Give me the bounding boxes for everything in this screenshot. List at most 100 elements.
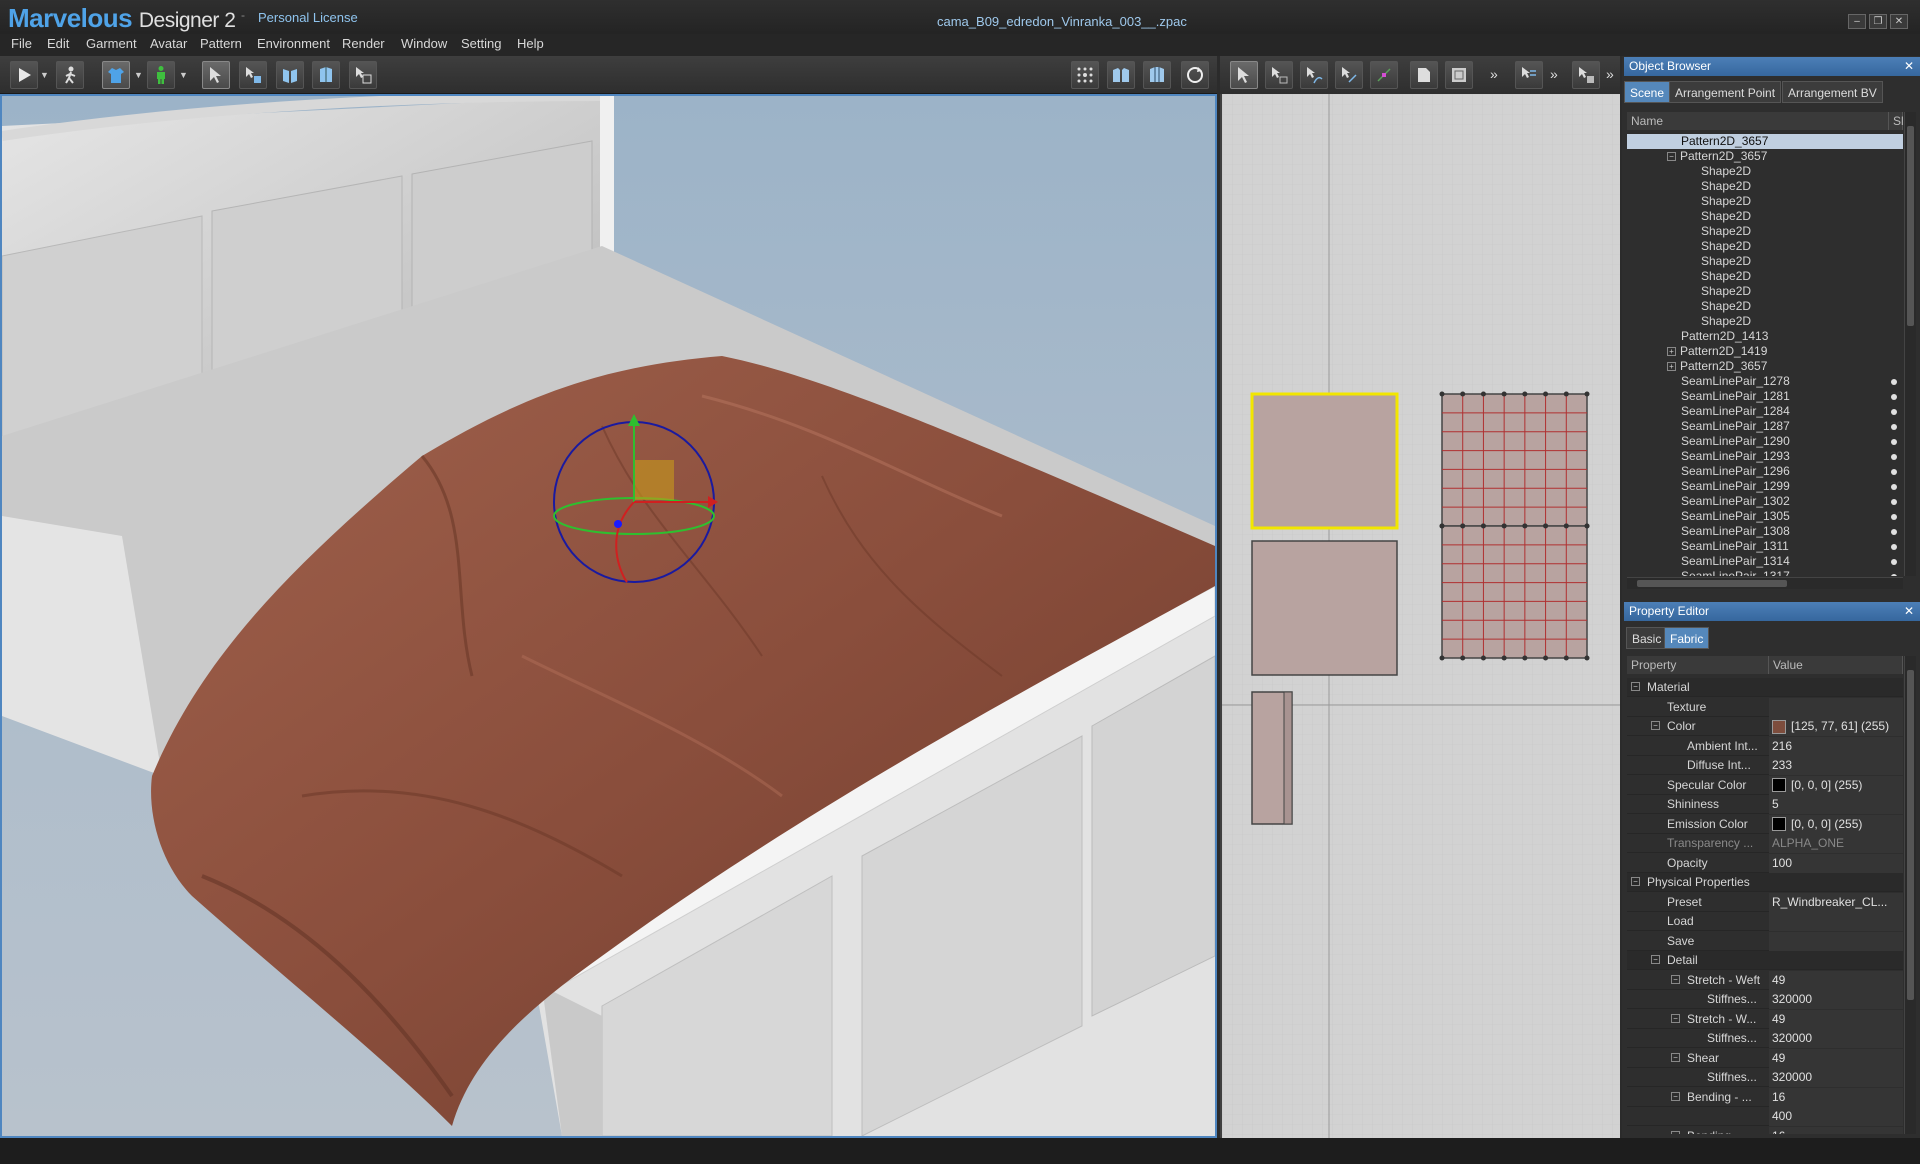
- property-value[interactable]: 49: [1769, 1048, 1903, 1068]
- tree-item[interactable]: SeamLinePair_1296: [1627, 464, 1903, 479]
- create-rectangle-icon[interactable]: [1410, 61, 1438, 89]
- visibility-dot-icon[interactable]: [1891, 454, 1897, 460]
- tree-item[interactable]: SeamLinePair_1299: [1627, 479, 1903, 494]
- tab-arrangement-point[interactable]: Arrangement Point: [1669, 81, 1782, 103]
- property-value[interactable]: 233: [1769, 756, 1903, 775]
- property-row[interactable]: Diffuse Int... 233: [1627, 756, 1903, 775]
- property-row[interactable]: Emission Color [0, 0, 0] (255): [1627, 814, 1903, 834]
- select-move-icon[interactable]: [202, 61, 230, 89]
- tree-item[interactable]: SeamLinePair_1314: [1627, 554, 1903, 569]
- tree-item[interactable]: SeamLinePair_1305: [1627, 509, 1903, 524]
- tree-item[interactable]: SeamLinePair_1281: [1627, 389, 1903, 404]
- property-row[interactable]: 400: [1627, 1107, 1903, 1126]
- tree-item[interactable]: SeamLinePair_1284: [1627, 404, 1903, 419]
- property-value[interactable]: 320000: [1769, 1068, 1903, 1087]
- simulate-button[interactable]: [10, 61, 38, 89]
- property-value[interactable]: ALPHA_ONE: [1769, 834, 1903, 853]
- tab-scene[interactable]: Scene: [1624, 81, 1671, 103]
- property-row[interactable]: Stiffnes... 320000: [1627, 1029, 1903, 1048]
- property-row[interactable]: − Material: [1627, 678, 1903, 697]
- edit-pattern-icon[interactable]: [1230, 61, 1258, 89]
- edit-curve-icon[interactable]: [1300, 61, 1328, 89]
- property-row[interactable]: Specular Color [0, 0, 0] (255): [1627, 775, 1903, 795]
- collapse-icon[interactable]: −: [1671, 1130, 1680, 1134]
- tree-item[interactable]: Shape2D: [1627, 314, 1903, 329]
- column-property[interactable]: Property: [1627, 656, 1769, 674]
- point-cloud-icon[interactable]: [1071, 61, 1099, 89]
- menu-garment[interactable]: Garment: [86, 36, 137, 51]
- tree-item[interactable]: − Pattern2D_3657: [1627, 149, 1903, 164]
- object-tree-hscrollbar[interactable]: [1627, 577, 1903, 589]
- garment-dropdown-icon[interactable]: ▼: [134, 70, 143, 80]
- edit-point-icon[interactable]: [1335, 61, 1363, 89]
- property-row[interactable]: Preset R_Windbreaker_CL...: [1627, 892, 1903, 912]
- property-value[interactable]: 100: [1769, 853, 1903, 873]
- minimize-button[interactable]: ‒: [1848, 14, 1866, 29]
- select-mesh-icon[interactable]: [239, 61, 267, 89]
- expand-icon[interactable]: +: [1667, 347, 1676, 357]
- menu-edit[interactable]: Edit: [47, 36, 69, 51]
- create-internal-rectangle-icon[interactable]: [1445, 61, 1473, 89]
- pattern-piece-strip[interactable]: [1251, 691, 1293, 825]
- tree-item[interactable]: Shape2D: [1627, 299, 1903, 314]
- property-row[interactable]: Transparency ... ALPHA_ONE: [1627, 834, 1903, 853]
- visibility-dot-icon[interactable]: [1891, 574, 1897, 576]
- simulate-dropdown-icon[interactable]: ▼: [40, 70, 49, 80]
- property-value[interactable]: [1769, 912, 1903, 931]
- close-icon[interactable]: ✕: [1904, 602, 1914, 621]
- viewport-3d[interactable]: [0, 94, 1217, 1138]
- restore-button[interactable]: ❐: [1869, 14, 1887, 29]
- visibility-dot-icon[interactable]: [1891, 409, 1897, 415]
- collapse-icon[interactable]: −: [1671, 1091, 1680, 1101]
- visibility-dot-icon[interactable]: [1891, 469, 1897, 475]
- reset-rotate-icon[interactable]: [1181, 61, 1209, 89]
- garment-shirt-icon[interactable]: [102, 61, 130, 89]
- garment-arrange-icon[interactable]: [312, 61, 340, 89]
- object-tree-scrollbar[interactable]: [1904, 112, 1916, 576]
- collapse-icon[interactable]: −: [1671, 1052, 1680, 1062]
- visibility-dot-icon[interactable]: [1891, 439, 1897, 445]
- property-row[interactable]: − Physical Properties: [1627, 873, 1903, 892]
- property-row[interactable]: − Bending - ... 16: [1627, 1126, 1903, 1134]
- collapse-icon[interactable]: −: [1631, 682, 1640, 691]
- property-value[interactable]: 320000: [1769, 990, 1903, 1009]
- collapse-icon[interactable]: −: [1671, 974, 1680, 984]
- tree-item[interactable]: SeamLinePair_1311: [1627, 539, 1903, 554]
- visibility-dot-icon[interactable]: [1891, 379, 1897, 385]
- close-icon[interactable]: ✕: [1904, 57, 1914, 76]
- property-value[interactable]: [125, 77, 61] (255): [1769, 717, 1903, 736]
- menu-window[interactable]: Window: [401, 36, 447, 51]
- property-value[interactable]: 16: [1769, 1087, 1903, 1107]
- collapse-icon[interactable]: −: [1651, 721, 1660, 730]
- property-value[interactable]: 49: [1769, 1009, 1903, 1029]
- visibility-dot-icon[interactable]: [1891, 499, 1897, 505]
- avatar-walk-icon[interactable]: [56, 61, 84, 89]
- tree-item[interactable]: Shape2D: [1627, 179, 1903, 194]
- property-row[interactable]: Shininess 5: [1627, 795, 1903, 814]
- tree-item[interactable]: SeamLinePair_1302: [1627, 494, 1903, 509]
- viewport-2d[interactable]: [1220, 94, 1620, 1138]
- property-value[interactable]: 216: [1769, 736, 1903, 756]
- pattern-piece[interactable]: [1251, 540, 1398, 676]
- collapse-icon[interactable]: −: [1631, 877, 1640, 886]
- menu-file[interactable]: File: [11, 36, 32, 51]
- tree-item[interactable]: Shape2D: [1627, 284, 1903, 299]
- menu-avatar[interactable]: Avatar: [150, 36, 187, 51]
- edit-sewing-icon[interactable]: [1515, 61, 1543, 89]
- tree-item[interactable]: Shape2D: [1627, 164, 1903, 179]
- collapse-icon[interactable]: −: [1671, 1013, 1680, 1023]
- property-row[interactable]: Texture: [1627, 697, 1903, 717]
- tab-arrangement-bv[interactable]: Arrangement BV: [1782, 81, 1883, 103]
- avatar-figure-icon[interactable]: [147, 61, 175, 89]
- avatar-dropdown-icon[interactable]: ▼: [179, 70, 188, 80]
- property-table-scrollbar[interactable]: [1904, 656, 1916, 1134]
- fold-arrange-icon[interactable]: [276, 61, 304, 89]
- transform-pattern-icon[interactable]: [1265, 61, 1293, 89]
- visibility-dot-icon[interactable]: [1891, 394, 1897, 400]
- visibility-dot-icon[interactable]: [1891, 484, 1897, 490]
- property-row[interactable]: Stiffnes... 320000: [1627, 990, 1903, 1009]
- menu-environment[interactable]: Environment: [257, 36, 330, 51]
- tree-item[interactable]: Pattern2D_1413: [1627, 329, 1903, 344]
- collapse-icon[interactable]: −: [1667, 152, 1676, 162]
- property-value[interactable]: R_Windbreaker_CL...: [1769, 892, 1903, 912]
